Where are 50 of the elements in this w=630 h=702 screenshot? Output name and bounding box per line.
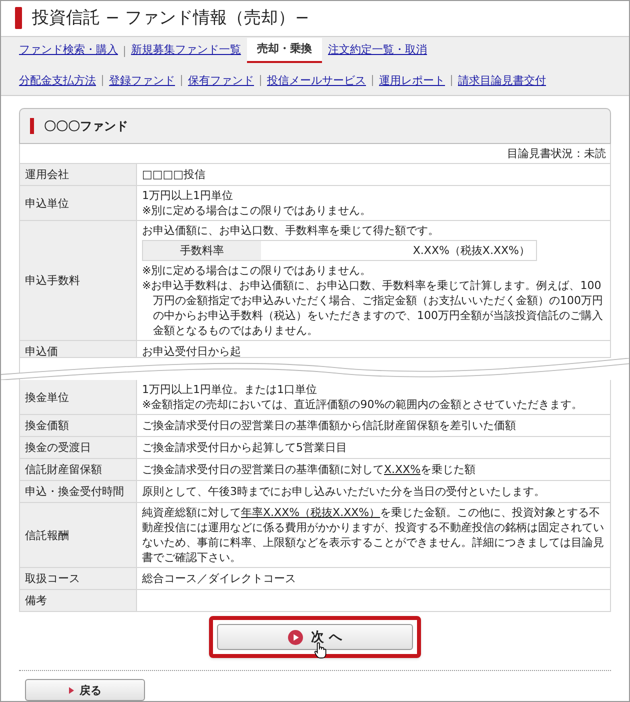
row-label: 取扱コース	[25, 571, 80, 586]
sub-link[interactable]: 分配金支払方法	[19, 72, 96, 89]
sub-link[interactable]: 保有ファンド	[188, 72, 254, 89]
cell-text: 純資産総額に対して年率X.XX%（税抜X.XX%）を乗じた金額。この他に、投資対象とする不動産投信には運用などに係る費用がかかりますが、投資する不動産投信の銘柄は固定されていないため、事前に料率、上限額などを表示することができません。詳細につきましては目論見書でご確認下さい。	[142, 505, 605, 565]
row-label: 申込手数料	[25, 273, 80, 288]
row-label: 換金単位	[25, 390, 69, 404]
cell-text: お申込受付日から起	[142, 344, 241, 357]
title-marker-icon	[15, 7, 22, 30]
note-text: ※お申込手数料は、お申込価額に、お申込口数、手数料率を乗じて計算します。例えば、100万円の金額指定でお申込みいただく場合、ご指定金額（お支払いいただく金額）の100万円の中からお申込手数料（税込）をいただきますので、100万円全額が当該投資信託のご購入金額となるものではありません。	[142, 278, 604, 338]
row-label: 信託財産留保額	[25, 462, 102, 477]
fund-marker-icon	[30, 118, 34, 134]
cell-text: 1万円以上1円単位	[142, 188, 234, 203]
hand-cursor-icon	[314, 642, 327, 659]
triangle-icon	[68, 686, 74, 694]
row-label: 申込価	[25, 344, 58, 357]
rate-link[interactable]: 年率X.XX%（税抜X.XX%）	[241, 506, 380, 519]
cell-text: ご換金請求受付日の翌営業日の基準価額に対してX.XX%を乗じた額	[142, 462, 476, 477]
cell-text: ※別に定める場合はこの限りではありません。	[142, 203, 372, 218]
fee-label-cell: 手数料率	[143, 241, 261, 260]
play-icon	[288, 630, 304, 644]
page-title: 投資信託 − ファンド情報（売却）−	[32, 6, 310, 30]
cell-text: ご換金請求受付日から起算して5営業日目	[142, 440, 347, 455]
cell-text: 総合コース／ダイレクトコース	[142, 571, 296, 586]
note-text: ※別に定める場合はこの限りではありません。	[142, 263, 372, 278]
nav-tab[interactable]: 注文約定一覧・取消	[328, 42, 427, 62]
fund-name: 〇〇〇ファンド	[44, 118, 128, 134]
nav-tab[interactable]: ファンド検索・購入	[19, 42, 118, 62]
row-label: 申込・換金受付時間	[25, 484, 124, 499]
sub-link[interactable]: 運用レポート	[379, 72, 445, 89]
prospectus-status: 目論見書状況：未読	[507, 146, 606, 161]
row-label: 運用会社	[25, 167, 69, 182]
cell-text: ご換金請求受付日の翌営業日の基準価額から信託財産留保額を差引いた価額	[142, 418, 516, 433]
row-label: 申込単位	[25, 196, 69, 210]
sub-link[interactable]: 請求目論見書交付	[458, 72, 546, 89]
row-label: 換金価額	[25, 418, 69, 433]
rate-link[interactable]: X.XX%	[384, 463, 421, 476]
nav-tab[interactable]: 新規募集ファンド一覧	[131, 42, 241, 62]
cell-text: 原則として、午後3時までにお申し込みいただいた分を当日の受付といたします。	[142, 484, 545, 499]
row-label: 信託報酬	[25, 528, 69, 542]
cell-text: ※金額指定の売却においては、直近評価額の90%の範囲内の金額とさせていただきます。	[142, 397, 583, 412]
cell-text: 1万円以上1円単位。または1口単位	[142, 382, 318, 397]
back-button[interactable]: 戻る	[25, 679, 145, 701]
row-label: 換金の受渡日	[25, 440, 91, 455]
nav-tab[interactable]: 売却・乗換	[247, 38, 322, 62]
cell-text: お申込価額に、お申込口数、手数料率を乗じて得た額です。	[142, 223, 440, 238]
next-button[interactable]: 次 へ	[217, 624, 413, 650]
sub-link[interactable]: 投信メールサービス	[267, 72, 366, 89]
row-label: 備考	[25, 593, 47, 608]
sub-link[interactable]: 登録ファンド	[109, 72, 175, 89]
cell-text: □□□□投信	[142, 167, 206, 182]
